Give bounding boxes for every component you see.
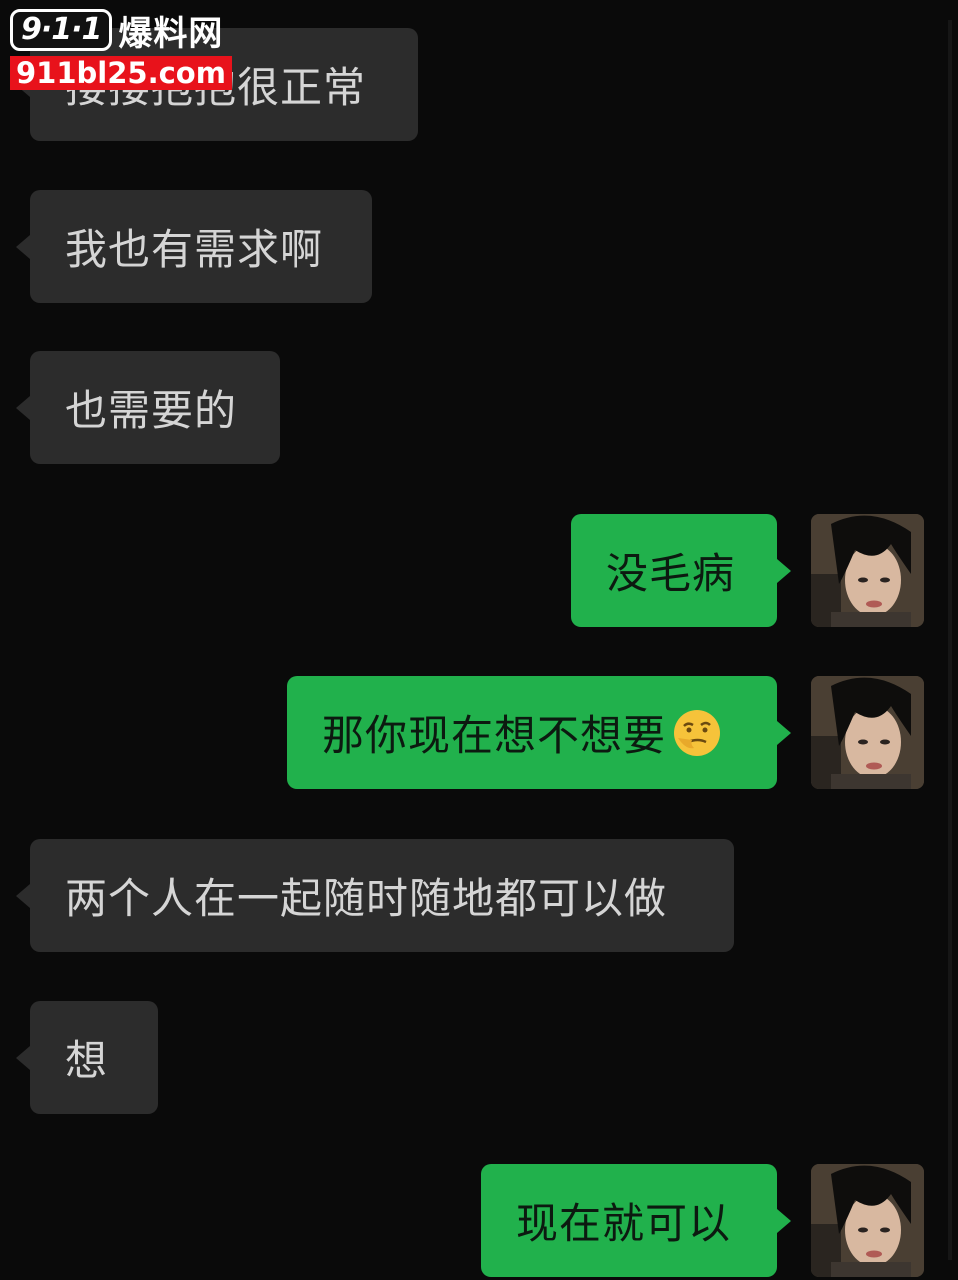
portrait-avatar-image [811,1164,924,1277]
watermark: 9·1·1 爆料网 911bl25.com [10,8,232,90]
user-avatar[interactable] [811,514,924,627]
user-avatar[interactable] [811,676,924,789]
incoming-message-bubble[interactable]: 两个人在一起随时随地都可以做 [16,839,734,952]
watermark-site-name: 爆料网 [118,13,224,54]
message-text: 想 [65,1036,109,1085]
scrollbar[interactable] [948,20,952,1260]
incoming-message-bubble[interactable]: 也需要的 [16,351,280,464]
outgoing-message-bubble[interactable]: 那你现在想不想要 [287,676,791,789]
outgoing-message-bubble[interactable]: 没毛病 [571,514,791,627]
user-avatar[interactable] [811,1164,924,1277]
message-text: 现在就可以 [516,1199,732,1248]
portrait-avatar-image [811,676,924,789]
message-text: 两个人在一起随时随地都可以做 [65,874,668,923]
incoming-message-bubble[interactable]: 想 [16,1001,158,1114]
watermark-logo-mark: 9·1·1 [10,9,113,51]
message-text: 没毛病 [606,549,736,598]
message-text: 那你现在想不想要 [322,711,667,760]
watermark-url: 911bl25.com [10,56,232,90]
outgoing-message-bubble[interactable]: 现在就可以 [481,1164,791,1277]
incoming-message-bubble[interactable]: 我也有需求啊 [16,190,372,303]
portrait-avatar-image [811,514,924,627]
watermark-logo: 9·1·1 爆料网 [10,8,232,54]
chat-message-list[interactable]: 搂搂抱抱很正常 我也有需求啊 也需要的 没毛病 那你现在想不想要 [0,0,958,1280]
smirk-emoji-icon [674,709,721,756]
message-text: 也需要的 [65,386,238,435]
message-text: 我也有需求啊 [65,225,324,274]
